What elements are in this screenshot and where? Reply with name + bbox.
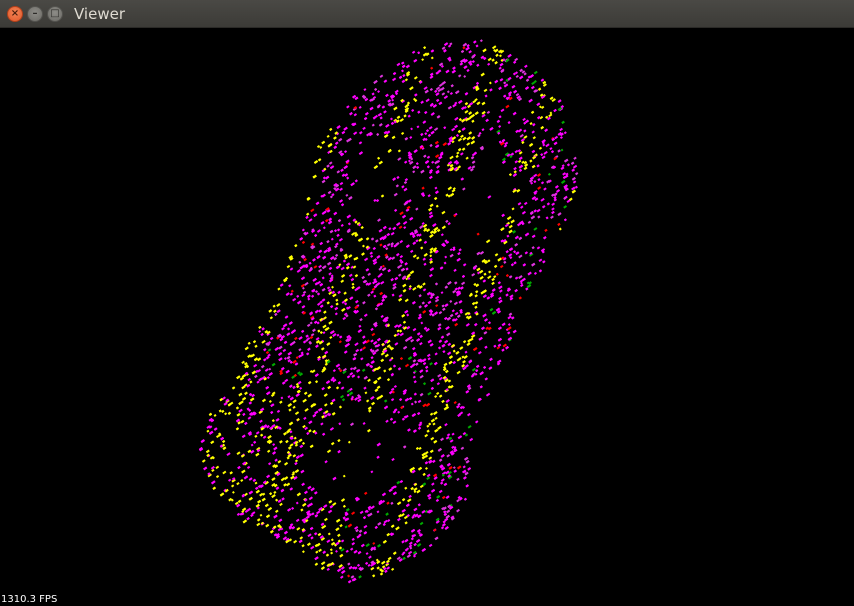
point-cloud	[198, 39, 579, 584]
viewer-window: × – □ Viewer 1310.3 FPS	[0, 0, 854, 606]
minimize-button[interactable]: –	[27, 6, 43, 22]
close-icon: ×	[10, 8, 20, 19]
3d-viewport[interactable]: 1310.3 FPS	[0, 28, 854, 606]
maximize-icon: □	[50, 8, 60, 19]
title-bar[interactable]: × – □ Viewer	[0, 0, 854, 28]
maximize-button[interactable]: □	[47, 6, 63, 22]
window-title: Viewer	[74, 5, 125, 23]
close-button[interactable]: ×	[7, 6, 23, 22]
minimize-icon: –	[32, 8, 38, 19]
fps-counter: 1310.3 FPS	[1, 594, 58, 605]
point-cloud-points	[198, 39, 579, 584]
